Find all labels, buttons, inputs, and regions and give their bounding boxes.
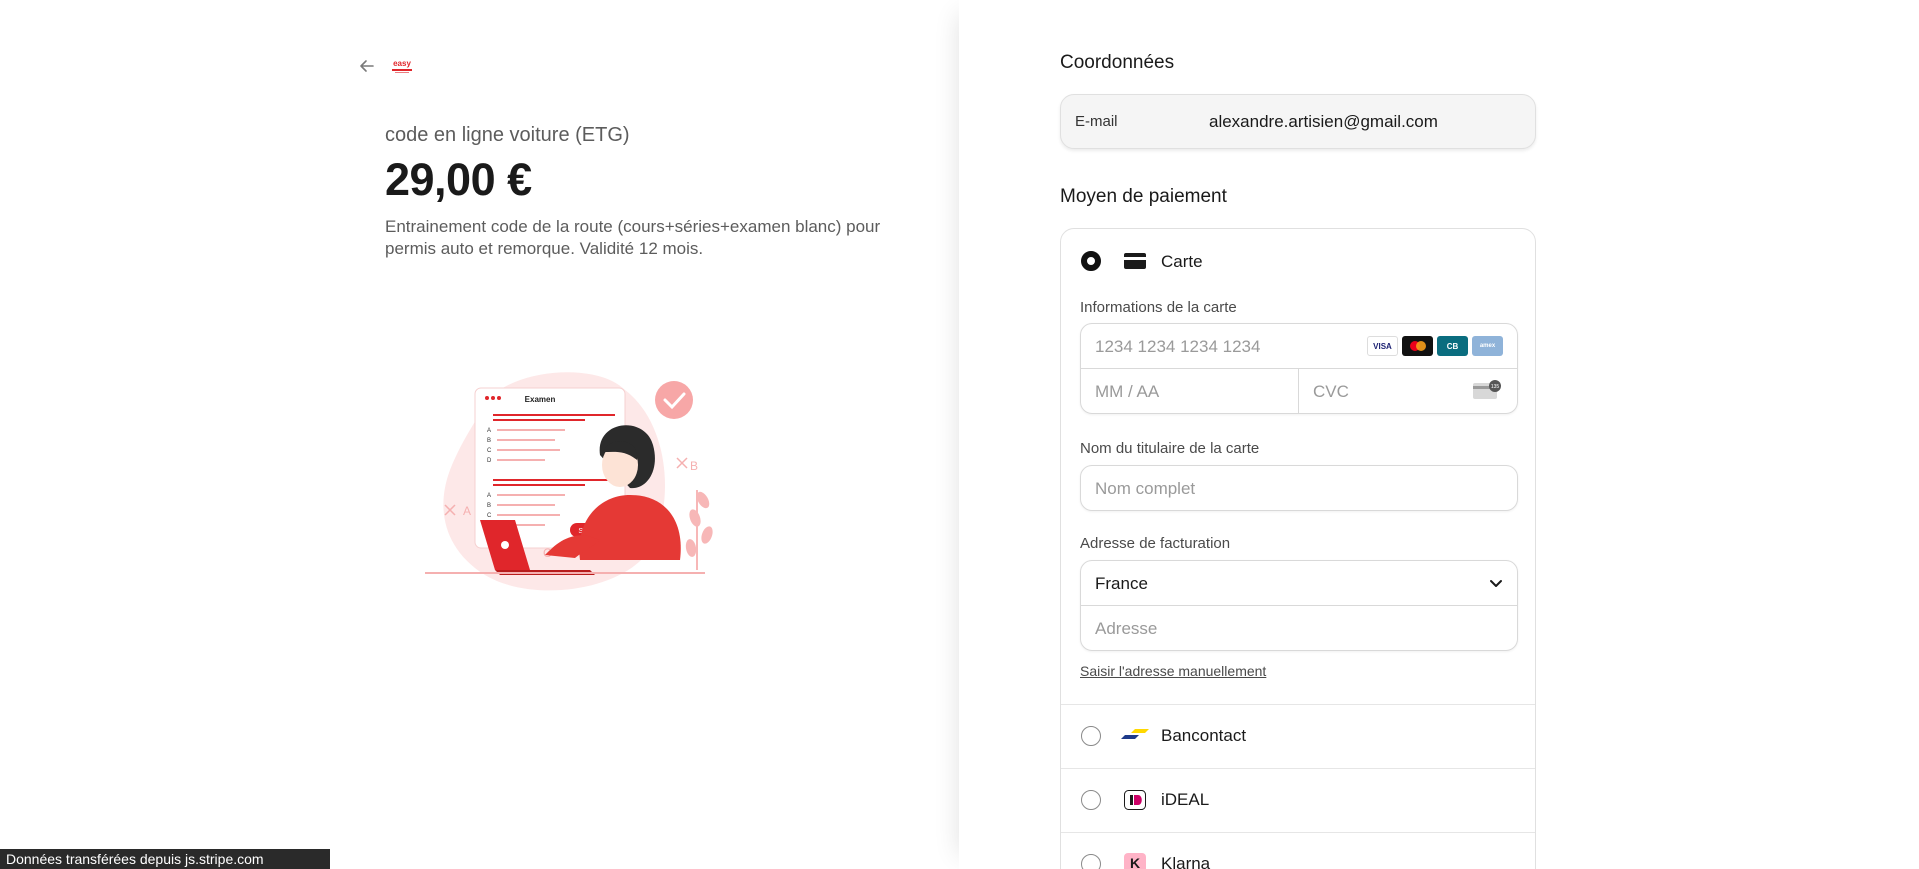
product-summary-panel: easy code en ligne voiture (ETG) 29,00 €…: [0, 0, 959, 869]
manual-address-link[interactable]: Saisir l'adresse manuellement: [1080, 663, 1266, 679]
klarna-radio[interactable]: [1081, 854, 1101, 869]
payment-title: Moyen de paiement: [1060, 186, 1227, 207]
back-row: easy: [357, 56, 415, 76]
billing-address-group: France Adresse: [1080, 560, 1518, 651]
svg-text:135: 135: [1491, 384, 1500, 390]
email-field[interactable]: E-mail alexandre.artisien@gmail.com: [1060, 94, 1536, 149]
ideal-radio[interactable]: [1081, 790, 1101, 810]
divider: [1061, 768, 1535, 769]
chevron-down-icon: [1490, 580, 1502, 587]
mastercard-icon: [1402, 336, 1433, 356]
svg-text:A: A: [487, 428, 491, 434]
svg-text:C: C: [487, 448, 492, 454]
card-radio[interactable]: [1081, 251, 1101, 271]
card-label[interactable]: Carte: [1161, 252, 1203, 272]
bancontact-radio[interactable]: [1081, 726, 1101, 746]
product-price: 29,00 €: [385, 154, 532, 205]
svg-text:B: B: [690, 459, 698, 473]
address-placeholder: Adresse: [1095, 619, 1158, 638]
cb-icon: CB: [1437, 336, 1468, 356]
country-select[interactable]: France: [1081, 561, 1517, 606]
klarna-icon: K: [1124, 853, 1146, 869]
svg-text:B: B: [487, 503, 491, 509]
card-cvc-input[interactable]: CVC 135: [1299, 369, 1517, 413]
ideal-icon: [1124, 790, 1146, 810]
card-number-input[interactable]: 1234 1234 1234 1234 VISA CB amex: [1081, 324, 1517, 369]
svg-text:C: C: [487, 513, 492, 519]
klarna-label[interactable]: Klarna: [1161, 854, 1210, 869]
bancontact-icon: [1121, 729, 1149, 739]
credit-card-icon: [1124, 253, 1146, 269]
holder-placeholder: Nom complet: [1095, 479, 1196, 498]
cvc-placeholder: CVC: [1313, 382, 1349, 401]
address-input[interactable]: Adresse: [1081, 606, 1517, 650]
country-value: France: [1095, 574, 1148, 593]
svg-text:K: K: [1130, 855, 1140, 869]
card-details-group: 1234 1234 1234 1234 VISA CB amex MM / AA…: [1080, 323, 1518, 414]
easy-logo[interactable]: easy: [389, 57, 415, 75]
card-expiry-input[interactable]: MM / AA: [1081, 369, 1299, 413]
payment-methods-box: Carte Informations de la carte 1234 1234…: [1060, 228, 1536, 869]
ideal-label[interactable]: iDEAL: [1161, 790, 1209, 810]
svg-text:B: B: [487, 438, 491, 444]
svg-text:A: A: [463, 504, 471, 518]
divider: [1061, 704, 1535, 705]
card-brands: VISA CB amex: [1367, 336, 1503, 356]
contact-title: Coordonnées: [1060, 52, 1175, 73]
product-name: code en ligne voiture (ETG): [385, 124, 630, 146]
amex-icon: amex: [1472, 336, 1503, 356]
svg-text:D: D: [487, 458, 492, 464]
card-number-placeholder: 1234 1234 1234 1234: [1095, 337, 1261, 356]
card-info-label: Informations de la carte: [1080, 299, 1237, 316]
svg-text:A: A: [487, 493, 491, 499]
product-description: Entrainement code de la route (cours+sér…: [385, 217, 881, 258]
browser-status-bar: Données transférées depuis js.stripe.com: [0, 849, 330, 869]
email-value: alexandre.artisien@gmail.com: [1209, 111, 1438, 131]
cvc-card-icon: 135: [1473, 380, 1501, 399]
bancontact-label[interactable]: Bancontact: [1161, 726, 1246, 746]
exam-sheet-title: Examen: [525, 395, 556, 404]
holder-label: Nom du titulaire de la carte: [1080, 440, 1260, 457]
visa-icon: VISA: [1367, 336, 1398, 356]
expiry-placeholder: MM / AA: [1095, 382, 1160, 401]
email-label: E-mail: [1075, 113, 1118, 130]
divider: [1061, 832, 1535, 833]
cardholder-name-input[interactable]: Nom complet: [1080, 465, 1518, 511]
exam-illustration: B A C Examen ABCD ABCD Suivant: [425, 372, 713, 591]
billing-label: Adresse de facturation: [1080, 535, 1231, 552]
back-arrow-icon[interactable]: [357, 56, 377, 76]
